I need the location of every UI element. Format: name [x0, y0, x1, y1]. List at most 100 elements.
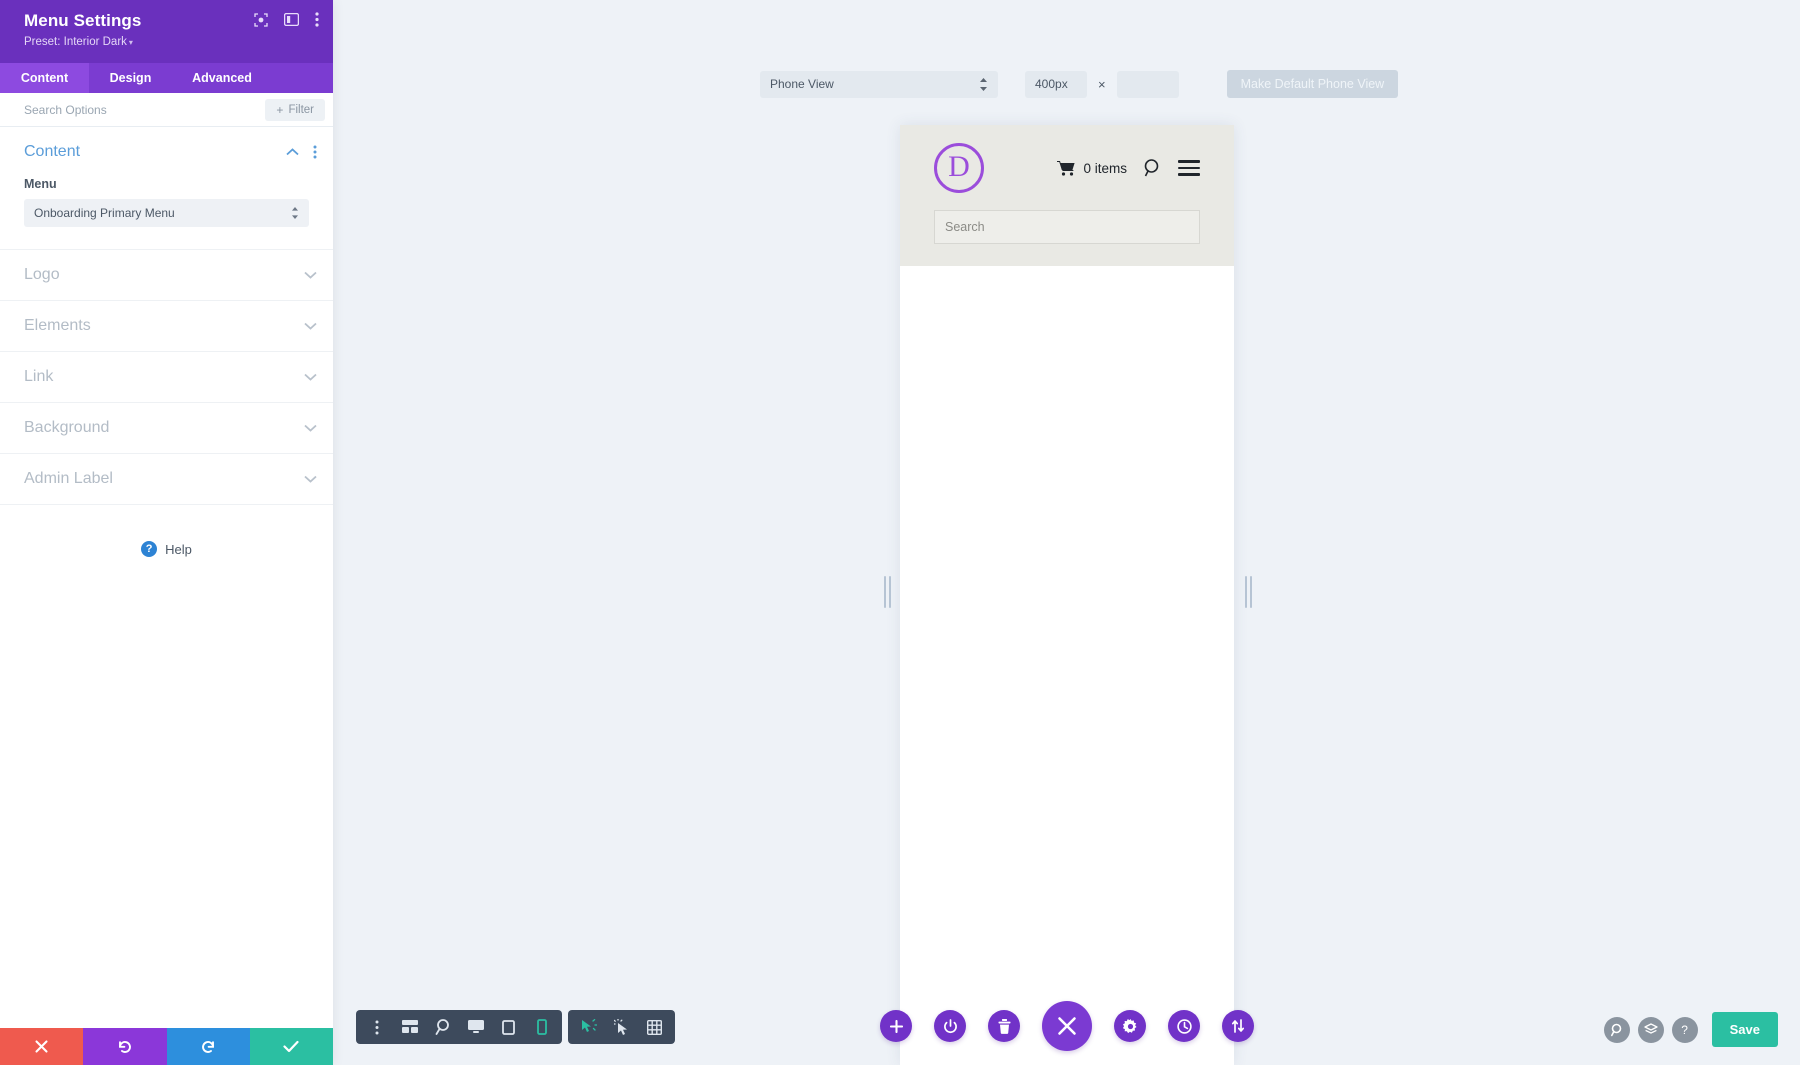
- add-module-button[interactable]: [880, 1010, 912, 1042]
- cart-icon: [1057, 160, 1076, 176]
- section-header-admin-label[interactable]: Admin Label: [0, 454, 333, 504]
- view-controls: Phone View 400px × Make Default Phone Vi…: [760, 70, 1399, 98]
- help-glyph: ?: [1681, 1022, 1688, 1037]
- apply-button[interactable]: [249, 1028, 333, 1065]
- chevron-down-icon[interactable]: [304, 424, 317, 432]
- section-header-content[interactable]: Content: [0, 127, 333, 177]
- dimension-times-symbol: ×: [1098, 76, 1106, 92]
- site-header-top-row: D 0 items: [934, 143, 1200, 193]
- chevron-down-icon[interactable]: [304, 373, 317, 381]
- history-button[interactable]: [1168, 1010, 1200, 1042]
- section-title-elements: Elements: [24, 317, 91, 334]
- preview-width-input[interactable]: 400px: [1025, 70, 1087, 98]
- help-icon: ?: [141, 541, 158, 557]
- settings-button[interactable]: [1114, 1010, 1146, 1042]
- hamburger-menu-icon[interactable]: [1178, 160, 1200, 176]
- menu-select[interactable]: Onboarding Primary Menu: [24, 199, 309, 227]
- close-menu-button[interactable]: [1042, 1001, 1092, 1051]
- panel-body: Content Menu Onboarding Primary Menu Log…: [0, 127, 333, 1028]
- search-button[interactable]: [1603, 1016, 1630, 1043]
- section-body-content: Menu Onboarding Primary Menu: [0, 177, 333, 249]
- save-button[interactable]: Save: [1711, 1012, 1778, 1047]
- panel-tabs: Content Design Advanced: [0, 63, 333, 93]
- section-content: Content Menu Onboarding Primary Menu: [0, 127, 333, 250]
- section-header-background[interactable]: Background: [0, 403, 333, 453]
- section-logo: Logo: [0, 250, 333, 301]
- chevron-down-icon[interactable]: [304, 475, 317, 483]
- tab-design[interactable]: Design: [89, 63, 172, 93]
- layers-button[interactable]: [1637, 1016, 1664, 1043]
- help-link[interactable]: ? Help: [0, 541, 333, 557]
- plus-icon: +: [276, 102, 284, 117]
- menu-select-value: Onboarding Primary Menu: [34, 206, 175, 220]
- search-options-row: + Filter: [0, 93, 333, 127]
- section-header-link[interactable]: Link: [0, 352, 333, 402]
- more-options-icon[interactable]: [315, 12, 319, 27]
- section-admin-label: Admin Label: [0, 454, 333, 505]
- preview-resize-handle-left[interactable]: [882, 575, 892, 609]
- preview-width-value: 400px: [1035, 77, 1068, 91]
- view-mode-group: [356, 1010, 562, 1044]
- panel-preset-selector[interactable]: Preset: Interior Dark ▾: [24, 35, 317, 50]
- zoom-out-view-icon[interactable]: [426, 1010, 459, 1044]
- undo-button[interactable]: [83, 1028, 167, 1065]
- section-more-options-icon[interactable]: [313, 145, 317, 159]
- section-header-logo[interactable]: Logo: [0, 250, 333, 300]
- panel-header-icons: [254, 12, 319, 27]
- menu-field-label: Menu: [24, 177, 57, 191]
- grid-mode-icon[interactable]: [638, 1010, 671, 1044]
- section-link: Link: [0, 352, 333, 403]
- site-header: D 0 items Search: [900, 125, 1234, 266]
- filter-button-label: Filter: [288, 103, 314, 116]
- panel-header: Menu Settings Preset: Interior Dark ▾: [0, 0, 333, 63]
- module-settings-panel: Menu Settings Preset: Interior Dark ▾ Co…: [0, 0, 333, 1065]
- section-header-elements[interactable]: Elements: [0, 301, 333, 351]
- device-view-value: Phone View: [770, 77, 834, 91]
- chevron-down-icon[interactable]: [304, 322, 317, 330]
- help-link-label: Help: [165, 541, 192, 557]
- desktop-view-icon[interactable]: [459, 1010, 492, 1044]
- cart-widget[interactable]: 0 items: [1057, 160, 1127, 176]
- site-header-actions: 0 items: [1057, 159, 1200, 177]
- help-button[interactable]: ?: [1671, 1016, 1698, 1043]
- preview-height-input[interactable]: [1116, 70, 1179, 98]
- panel-preset-label: Preset: Interior Dark: [24, 36, 127, 48]
- search-options-input[interactable]: [24, 102, 266, 117]
- preview-resize-handle-right[interactable]: [1243, 575, 1253, 609]
- make-default-phone-view-button[interactable]: Make Default Phone View: [1226, 70, 1399, 98]
- section-title-background: Background: [24, 419, 110, 436]
- filter-button[interactable]: + Filter: [265, 98, 325, 121]
- device-view-select[interactable]: Phone View: [760, 70, 998, 98]
- chevron-down-icon: ▾: [128, 38, 133, 47]
- hover-mode-icon[interactable]: [572, 1010, 605, 1044]
- select-arrows-icon: [291, 207, 299, 219]
- tab-content[interactable]: Content: [0, 63, 89, 93]
- panel-action-bar: [0, 1028, 333, 1065]
- phone-view-icon[interactable]: [525, 1010, 558, 1044]
- wireframe-view-icon[interactable]: [393, 1010, 426, 1044]
- section-title-admin-label: Admin Label: [24, 470, 113, 487]
- toggle-builder-button[interactable]: [934, 1010, 966, 1042]
- chevron-up-icon[interactable]: [286, 148, 299, 156]
- site-search-placeholder: Search: [945, 220, 985, 234]
- tab-advanced[interactable]: Advanced: [172, 63, 272, 93]
- search-icon[interactable]: [1144, 159, 1161, 177]
- section-title-content: Content: [24, 143, 81, 160]
- delete-button[interactable]: [988, 1010, 1020, 1042]
- chevron-down-icon[interactable]: [304, 271, 317, 279]
- panel-layout-icon[interactable]: [284, 13, 299, 26]
- adjust-button[interactable]: [1222, 1010, 1254, 1042]
- redo-button[interactable]: [166, 1028, 250, 1065]
- site-search-input[interactable]: Search: [934, 210, 1200, 244]
- cancel-button[interactable]: [0, 1028, 84, 1065]
- builder-view-toolbar: [356, 1010, 675, 1044]
- divi-logo[interactable]: D: [934, 143, 984, 193]
- divi-logo-letter: D: [948, 149, 970, 183]
- builder-main-actions: [880, 1001, 1254, 1051]
- select-arrows-icon: [979, 77, 988, 91]
- section-title-link: Link: [24, 368, 54, 385]
- tablet-view-icon[interactable]: [492, 1010, 525, 1044]
- focus-target-icon[interactable]: [254, 12, 268, 27]
- more-options-icon[interactable]: [360, 1010, 393, 1044]
- click-mode-icon[interactable]: [605, 1010, 638, 1044]
